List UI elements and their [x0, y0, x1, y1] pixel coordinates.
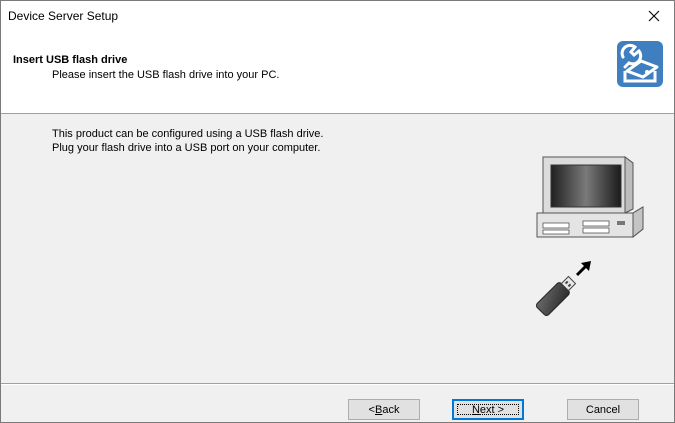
setup-dialog: Device Server Setup Insert USB flash dri…	[0, 0, 675, 423]
close-button[interactable]	[634, 1, 674, 31]
back-button-accel: B	[374, 403, 383, 416]
instruction-text: This product can be configured using a U…	[52, 127, 323, 155]
footer-divider	[1, 383, 674, 385]
page-subtitle: Please insert the USB flash drive into y…	[52, 69, 280, 81]
cancel-button[interactable]: Cancel	[567, 399, 639, 420]
instruction-line-1: This product can be configured using a U…	[52, 128, 324, 140]
computer-with-usb-drive-icon	[535, 156, 644, 317]
next-button[interactable]: Next >	[452, 399, 524, 420]
title-bar: Device Server Setup	[1, 1, 674, 31]
focus-rectangle	[457, 404, 519, 415]
page-title: Insert USB flash drive	[13, 54, 128, 66]
usb-drive-wrench-icon	[617, 41, 663, 87]
back-button-rest: ack	[382, 403, 400, 416]
wizard-header: Insert USB flash drive Please insert the…	[1, 31, 674, 114]
close-icon	[648, 10, 660, 22]
window-title: Device Server Setup	[8, 9, 119, 23]
back-button[interactable]: < Back	[348, 399, 420, 420]
instruction-line-2: Plug your flash drive into a USB port on…	[52, 142, 321, 154]
